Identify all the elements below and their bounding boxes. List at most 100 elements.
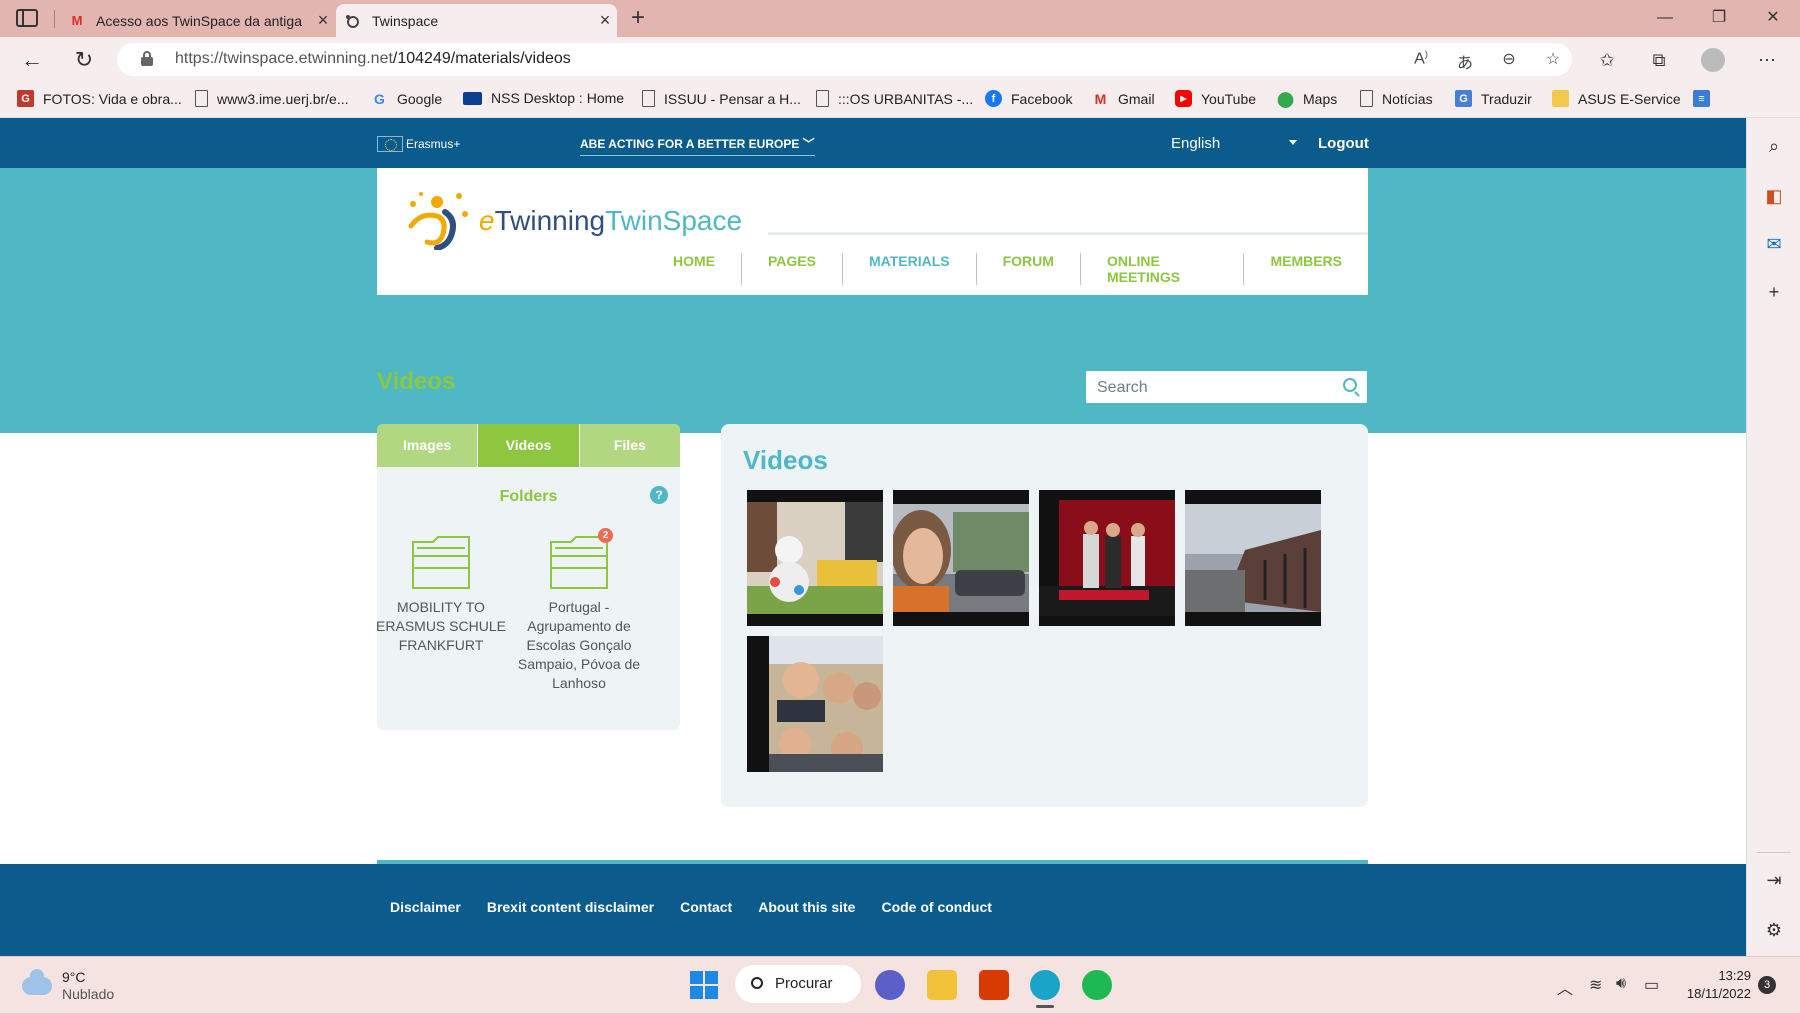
video-thumbnail[interactable] [747,490,883,626]
footer-link-about[interactable]: About this site [745,899,868,915]
restore-button[interactable]: ❐ [1696,4,1742,32]
office-icon[interactable]: ◧ [1762,184,1786,208]
nav-members[interactable]: MEMBERS [1243,253,1368,285]
wifi-icon[interactable]: ≋ [1589,975,1602,995]
teams-chat-icon[interactable] [875,970,905,1000]
tab-actions-icon[interactable] [16,9,38,27]
bookmark-ime-uerj[interactable]: www3.ime.uerj.br/e... [195,90,348,107]
read-aloud-icon[interactable]: A) [1407,49,1435,71]
bookmark-label: NSS Desktop : Home [491,90,625,106]
project-dropdown[interactable]: ABE ACTING FOR A BETTER EUROPE ﹀ [580,135,815,156]
weather-condition: Nublado [62,986,115,1002]
folder-name: MOBILITY TO ERASMUS SCHULE FRANKFURT [377,599,506,653]
footer-link-brexit[interactable]: Brexit content disclaimer [474,899,667,915]
tab-images[interactable]: Images [377,424,479,467]
spotify-icon[interactable] [1082,970,1112,1000]
nav-online-meetings[interactable]: ONLINE MEETINGS [1079,253,1244,285]
video-thumbnail[interactable] [1039,490,1175,626]
nav-materials[interactable]: MATERIALS [841,253,976,285]
video-thumbnail[interactable] [893,490,1029,626]
folder-item[interactable]: 2 Portugal - Agrupamento de Escolas Gonç… [509,528,649,693]
bookmark-google[interactable]: G Google [371,90,442,107]
back-button[interactable]: ← [18,46,46,74]
bookmark-facebook[interactable]: f Facebook [985,90,1072,107]
profile-avatar[interactable] [1701,48,1725,72]
bookmark-os-urbanitas[interactable]: :::OS URBANITAS -... [816,90,973,107]
video-thumbnail[interactable] [1185,490,1321,626]
footer-link-code-of-conduct[interactable]: Code of conduct [868,899,1004,915]
url-text: https://twinspace.etwinning.net/104249/m… [175,50,571,67]
nav-home[interactable]: HOME [647,253,741,285]
close-window-button[interactable]: ✕ [1750,4,1796,32]
edge-browser-icon[interactable] [1030,970,1060,1000]
bookmark-asus[interactable]: ASUS E-Service [1552,90,1681,107]
translate-icon[interactable]: あ [1451,49,1479,72]
favorites-icon[interactable]: ✩ [1593,50,1621,72]
bookmark-label: Facebook [1011,90,1073,107]
eu-flag-icon [463,91,482,105]
new-tab-button[interactable]: + [624,4,652,32]
search-input[interactable]: Search [1084,369,1369,405]
footer-links: Disclaimer Brexit content disclaimer Con… [377,899,1005,915]
tab-files[interactable]: Files [579,424,680,467]
videos-heading: Videos [743,445,828,475]
bookmark-issuu[interactable]: ISSUU - Pensar a H... [642,90,801,107]
refresh-button[interactable]: ↻ [70,46,98,74]
file-explorer-icon[interactable] [927,970,957,1000]
windows-start-icon[interactable] [690,971,718,999]
bookmark-gmail[interactable]: M Gmail [1092,90,1155,107]
outlook-icon[interactable]: ✉ [1762,232,1786,256]
bookmark-label: :::OS URBANITAS -... [838,90,974,107]
taskbar-search-label: Procurar [775,975,833,992]
close-tab-icon[interactable]: × [311,10,335,31]
brand-twinspace: TwinSpace [605,205,743,236]
bookmark-traduzir[interactable]: G Traduzir [1455,90,1532,107]
nav-forum[interactable]: FORUM [975,253,1080,285]
erasmus-logo[interactable]: Erasmus+ [377,136,460,152]
folder-name: Portugal - Agrupamento de Escolas Gonçal… [517,599,641,691]
add-icon[interactable]: + [1762,280,1786,304]
add-favorite-icon[interactable]: ☆ [1539,49,1567,71]
bookmark-maps[interactable]: ⬤ Maps [1277,90,1337,108]
bookmark-youtube[interactable]: ▶ YouTube [1175,90,1256,107]
show-hidden-icons[interactable]: ︿ [1557,975,1573,999]
brand-twinning: Twinning [494,205,606,236]
hide-sidebar-icon[interactable]: ⇥ [1762,868,1786,892]
taskbar-search[interactable]: Procurar [735,965,861,1003]
nav-pages[interactable]: PAGES [741,253,842,285]
video-thumbnail[interactable] [747,636,883,772]
minimize-button[interactable]: — [1642,4,1688,32]
collections-icon[interactable]: ⧉ [1645,50,1673,72]
tab-videos[interactable]: Videos [478,424,580,467]
main-navigation: HOME PAGES MATERIALS FORUM ONLINE MEETIN… [647,253,1368,285]
close-tab-icon[interactable]: × [593,10,617,31]
volume-icon[interactable]: 🔊︎ [1616,975,1626,993]
tab-title: Acesso aos TwinSpace da antiga [96,12,302,29]
zoom-out-icon[interactable]: ⊖ [1495,49,1523,71]
more-menu-icon[interactable]: ⋯ [1753,50,1781,72]
search-icon[interactable]: ⌕ [1762,134,1786,158]
search-icon[interactable] [1343,378,1357,392]
office-icon[interactable] [979,970,1009,1000]
language-select[interactable]: English [1171,135,1299,152]
help-icon[interactable]: ? [650,486,668,504]
settings-gear-icon[interactable]: ⚙ [1762,918,1786,942]
url-field[interactable]: https://twinspace.etwinning.net/104249/m… [117,43,1572,76]
folder-icon: 2 [549,528,613,590]
footer-link-disclaimer[interactable]: Disclaimer [377,899,474,915]
bookmark-fotos[interactable]: G FOTOS: Vida e obra... [17,90,182,107]
footer-link-contact[interactable]: Contact [667,899,745,915]
weather-widget[interactable]: 9°C Nublado [22,969,114,1003]
tab-gmail[interactable]: M Acesso aos TwinSpace da antiga × [60,4,335,37]
tab-twinspace[interactable]: Twinspace × [336,4,617,37]
bookmark-noticias[interactable]: Notícias [1360,90,1433,107]
system-clock[interactable]: 13:29 18/11/2022 [1683,967,1751,1003]
etwinning-logo[interactable] [401,190,483,251]
battery-icon[interactable]: ▭ [1644,975,1659,995]
notification-count-badge[interactable]: 3 [1758,976,1776,994]
bookmark-extra[interactable]: ≡ [1693,90,1719,107]
tab-separator [54,10,55,28]
bookmark-nss-desktop[interactable]: NSS Desktop : Home [463,90,624,106]
folder-item[interactable]: MOBILITY TO ERASMUS SCHULE FRANKFURT [377,534,506,655]
logout-link[interactable]: Logout [1318,135,1369,152]
